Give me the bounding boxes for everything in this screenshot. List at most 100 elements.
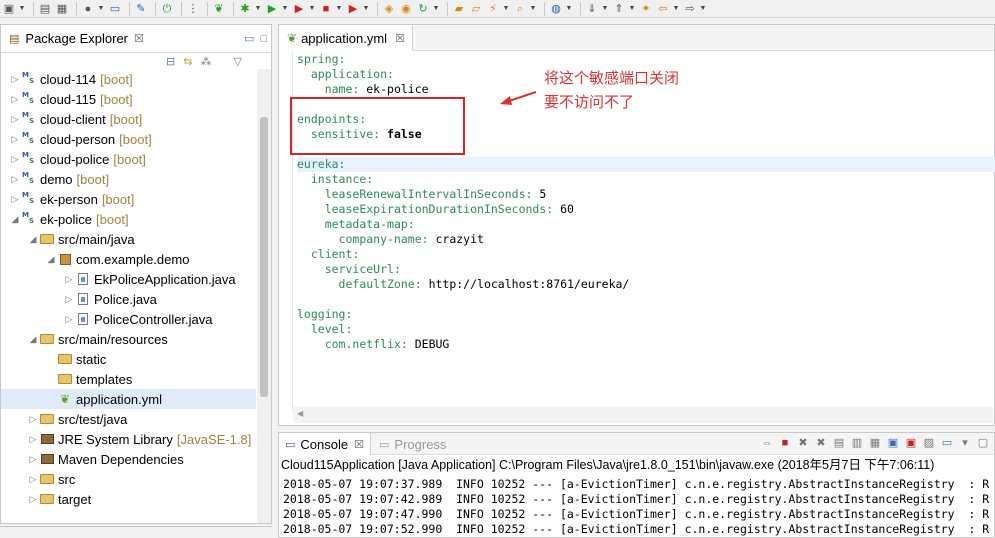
tree-item[interactable]: ▷ PoliceController.java bbox=[1, 309, 256, 329]
pin-console-icon[interactable]: ▨ bbox=[922, 436, 936, 449]
save-icon[interactable]: ▤ bbox=[38, 2, 52, 16]
new-icon[interactable]: ▣ bbox=[2, 2, 16, 16]
remove-launch-icon[interactable]: ✖ bbox=[796, 436, 810, 449]
show-on-output-icon[interactable]: ▣ bbox=[886, 436, 900, 449]
class-icon[interactable]: ◉ bbox=[399, 2, 413, 16]
filter-icon[interactable]: ⁂ bbox=[200, 55, 211, 68]
tree-item[interactable]: ▷ cloud-person[boot] bbox=[1, 129, 256, 149]
console-output[interactable]: 2018-05-07 19:07:37.989 INFO 10252 --- [… bbox=[283, 477, 995, 537]
expand-arrow-icon[interactable]: ▷ bbox=[9, 174, 21, 185]
person-icon[interactable]: ● bbox=[81, 2, 95, 16]
tree-item[interactable]: ◢ ek-police[boot] bbox=[1, 209, 256, 229]
remove-all-icon[interactable]: ✖ bbox=[814, 436, 828, 449]
up-arrow-dropdown-icon[interactable]: ▼ bbox=[629, 2, 636, 16]
tree-item[interactable]: ❦ application.yml bbox=[1, 389, 256, 409]
expand-arrow-icon[interactable]: ▷ bbox=[9, 94, 21, 105]
tree-item[interactable]: ▷ cloud-114[boot] bbox=[1, 69, 256, 89]
globe-icon[interactable]: ◍ bbox=[549, 2, 563, 16]
annotation-icon[interactable]: ✦ bbox=[639, 2, 653, 16]
expand-arrow-icon[interactable]: ▷ bbox=[27, 474, 39, 485]
expand-arrow-icon[interactable]: ▷ bbox=[63, 274, 75, 285]
tree-item[interactable]: ◢ src/main/java bbox=[1, 229, 256, 249]
expand-arrow-icon[interactable]: ▷ bbox=[9, 134, 21, 145]
debug-icon[interactable]: ✱ bbox=[238, 2, 252, 16]
folder-icon[interactable]: ▰ bbox=[452, 2, 466, 16]
new-dropdown-icon[interactable]: ▼ bbox=[19, 2, 26, 16]
expand-arrow-icon[interactable]: ▷ bbox=[9, 114, 21, 125]
external-run-dropdown-icon[interactable]: ▼ bbox=[363, 2, 370, 16]
layout-icon[interactable]: ▭ bbox=[108, 2, 122, 16]
tree-item[interactable]: ◢ src/main/resources bbox=[1, 329, 256, 349]
expand-arrow-icon[interactable]: ▷ bbox=[9, 74, 21, 85]
clear-console-icon[interactable]: ▤ bbox=[832, 436, 846, 449]
external-run-icon[interactable]: ▶ bbox=[346, 2, 360, 16]
tab-progress[interactable]: ▭ Progress bbox=[379, 433, 446, 455]
collapse-arrow-icon[interactable]: ◢ bbox=[27, 234, 39, 245]
package-explorer-scrollbar[interactable] bbox=[257, 69, 271, 523]
save-all-icon[interactable]: ▦ bbox=[55, 2, 69, 16]
tree-item[interactable]: ▷ src/test/java bbox=[1, 409, 256, 429]
maximize-icon[interactable]: □ bbox=[260, 33, 267, 45]
scroll-left-icon[interactable]: ◀ bbox=[297, 409, 303, 418]
collapse-arrow-icon[interactable]: ◢ bbox=[45, 254, 57, 265]
globe-dropdown-icon[interactable]: ▼ bbox=[566, 2, 573, 16]
wand-dropdown-icon[interactable]: ▼ bbox=[503, 2, 510, 16]
refresh-dropdown-icon[interactable]: ▼ bbox=[433, 2, 440, 16]
expand-arrow-icon[interactable]: ▷ bbox=[27, 434, 39, 445]
search-dropdown-icon[interactable]: ▼ bbox=[530, 2, 537, 16]
tree-item[interactable]: ▷ demo[boot] bbox=[1, 169, 256, 189]
tree-item[interactable]: static bbox=[1, 349, 256, 369]
column-icon[interactable]: ⋮ bbox=[186, 2, 200, 16]
tree-item[interactable]: ◢ com.example.demo bbox=[1, 249, 256, 269]
new-console-icon[interactable]: ▢ bbox=[976, 436, 990, 449]
expand-arrow-icon[interactable]: ▷ bbox=[27, 454, 39, 465]
tree-item[interactable]: ▷ cloud-client[boot] bbox=[1, 109, 256, 129]
tree-item[interactable]: ▷ Police.java bbox=[1, 289, 256, 309]
link-icon[interactable]: ⇔ bbox=[760, 437, 774, 449]
close-icon[interactable]: ☒ bbox=[354, 438, 364, 451]
editor-horizontal-scrollbar[interactable]: ◀ bbox=[293, 407, 993, 423]
tab-console[interactable]: ▭ Console ☒ bbox=[279, 433, 371, 455]
tab-application-yml[interactable]: ❦ application.yml ☒ bbox=[279, 25, 413, 51]
down-arrow-icon[interactable]: ⇓ bbox=[585, 2, 599, 16]
minimize-icon[interactable]: ▭ bbox=[244, 32, 254, 45]
back-dropdown-icon[interactable]: ▼ bbox=[673, 2, 680, 16]
expand-arrow-icon[interactable]: ▷ bbox=[27, 414, 39, 425]
forward-icon[interactable]: ⇨ bbox=[683, 2, 697, 16]
tree-item[interactable]: ▷ cloud-police[boot] bbox=[1, 149, 256, 169]
open-console-icon[interactable]: ▾ bbox=[958, 436, 972, 449]
close-icon[interactable]: ☒ bbox=[134, 32, 144, 45]
tree-item[interactable]: templates bbox=[1, 369, 256, 389]
scrollbar-thumb[interactable] bbox=[260, 117, 268, 397]
spring-icon[interactable]: ❦ bbox=[212, 2, 226, 16]
down-arrow-dropdown-icon[interactable]: ▼ bbox=[602, 2, 609, 16]
run-dropdown-icon[interactable]: ▼ bbox=[282, 2, 289, 16]
view-menu-icon[interactable]: ▽ bbox=[233, 55, 241, 68]
tree-item[interactable]: ▷ src bbox=[1, 469, 256, 489]
package-icon[interactable]: ◈ bbox=[382, 2, 396, 16]
tree-item[interactable]: ▷ Maven Dependencies bbox=[1, 449, 256, 469]
stop-dropdown-icon[interactable]: ▼ bbox=[336, 2, 343, 16]
close-icon[interactable]: ☒ bbox=[395, 32, 405, 45]
tree-item[interactable]: ▷ target bbox=[1, 489, 256, 509]
expand-arrow-icon[interactable]: ▷ bbox=[9, 194, 21, 205]
person-dropdown-icon[interactable]: ▼ bbox=[98, 2, 105, 16]
forward-dropdown-icon[interactable]: ▼ bbox=[700, 2, 707, 16]
collapse-all-icon[interactable]: ⊟ bbox=[166, 55, 175, 68]
pin-icon[interactable]: ✎ bbox=[134, 2, 148, 16]
collapse-arrow-icon[interactable]: ◢ bbox=[27, 334, 39, 345]
word-wrap-icon[interactable]: ▦ bbox=[868, 436, 882, 449]
link-with-editor-icon[interactable]: ⇆ bbox=[183, 55, 192, 68]
display-console-icon[interactable]: ▭ bbox=[940, 436, 954, 449]
wand-icon[interactable]: ⚡ bbox=[486, 2, 500, 16]
search-icon[interactable]: ⌕ bbox=[513, 2, 527, 16]
scroll-lock-icon[interactable]: ▥ bbox=[850, 436, 864, 449]
run-icon[interactable]: ▶ bbox=[265, 2, 279, 16]
coverage-dropdown-icon[interactable]: ▼ bbox=[309, 2, 316, 16]
refresh-icon[interactable]: ↻ bbox=[416, 2, 430, 16]
up-arrow-icon[interactable]: ⇑ bbox=[612, 2, 626, 16]
expand-arrow-icon[interactable]: ▷ bbox=[63, 294, 75, 305]
power-icon[interactable]: ⏻ bbox=[160, 2, 174, 16]
tree-item[interactable]: ▷ ek-person[boot] bbox=[1, 189, 256, 209]
expand-arrow-icon[interactable]: ▷ bbox=[27, 494, 39, 505]
